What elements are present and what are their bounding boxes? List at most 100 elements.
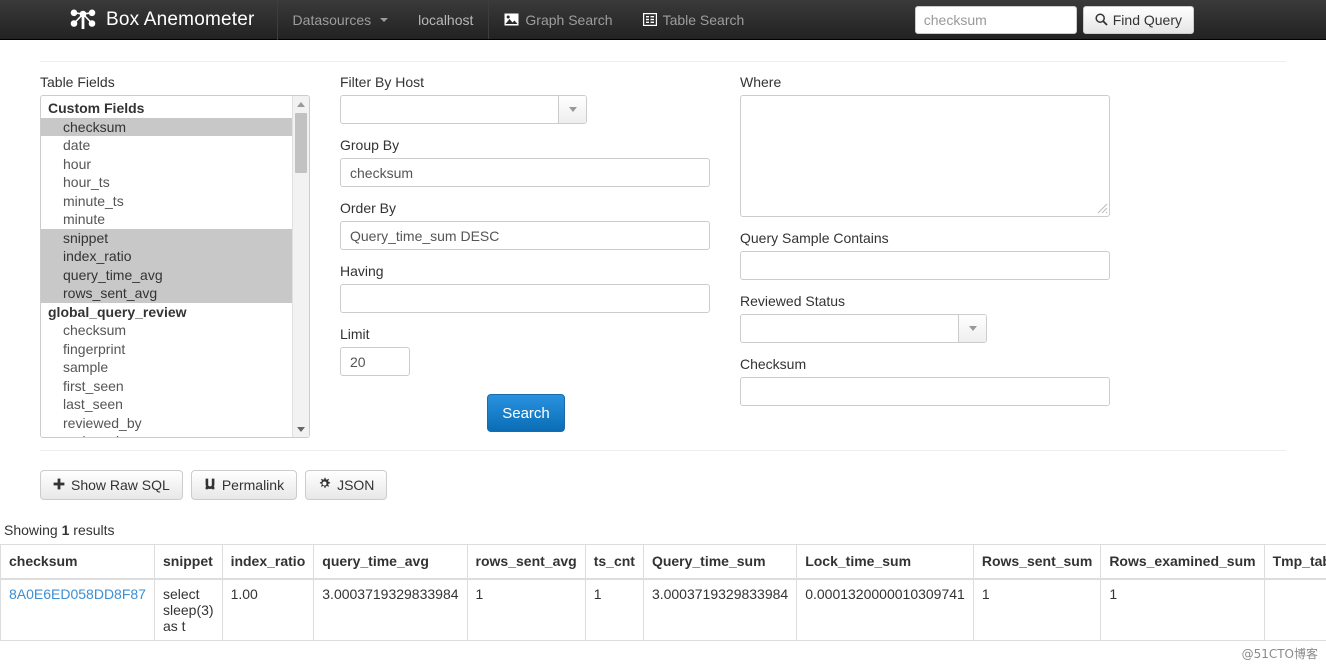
scroll-down-icon[interactable] (293, 421, 309, 437)
search-button-wrap: Search (340, 389, 740, 432)
where-textarea[interactable] (740, 95, 1110, 217)
nav-item-datasources-label: Datasources (292, 11, 372, 28)
scroll-up-icon[interactable] (293, 96, 309, 112)
search-button[interactable]: Search (487, 394, 565, 432)
having-input[interactable] (340, 284, 710, 313)
middle-column: Filter By Host Group By Order By Having … (340, 74, 740, 438)
field-option-gqr-checksum[interactable]: checksum (41, 321, 292, 340)
query-sample-contains-label: Query Sample Contains (740, 230, 889, 246)
nav-link-graph-search[interactable]: Graph Search (489, 0, 627, 39)
nav-item-datasources[interactable]: Datasources (278, 0, 404, 39)
col-header-rows-sent-sum[interactable]: Rows_sent_sum (973, 544, 1102, 580)
top-navbar: Box Anemometer Datasources localhost Gra… (0, 0, 1326, 40)
col-header-snippet[interactable]: snippet (154, 544, 223, 580)
field-group-label: Custom Fields (48, 100, 145, 116)
caret-down-icon (380, 17, 389, 22)
sitemap-icon (70, 9, 96, 31)
field-option-checksum[interactable]: checksum (41, 117, 292, 136)
results-table: checksum snippet index_ratio query_time_… (0, 544, 1326, 641)
col-header-ts-cnt[interactable]: ts_cnt (585, 544, 644, 580)
field-option-index-ratio[interactable]: index_ratio (41, 247, 292, 266)
nav-item-localhost[interactable]: localhost (403, 0, 488, 39)
table-fields-label: Table Fields (40, 74, 115, 90)
field-option-sample[interactable]: sample (41, 358, 292, 377)
field-option-reviewed-by[interactable]: reviewed_by (41, 414, 292, 433)
field-option-query-time-avg[interactable]: query_time_avg (41, 265, 292, 284)
action-buttons: Show Raw SQL Permalink JSON (40, 451, 1286, 500)
field-option-hour-ts[interactable]: hour_ts (41, 173, 292, 192)
cell-index-ratio: 1.00 (222, 578, 315, 641)
results-table-head: checksum snippet index_ratio query_time_… (0, 544, 1326, 580)
results-prefix: Showing (4, 522, 62, 538)
permalink-label: Permalink (221, 477, 285, 493)
field-option-first-seen[interactable]: first_seen (41, 377, 292, 396)
json-label: JSON (337, 477, 375, 493)
checksum-link[interactable]: 8A0E6ED058DD8F87 (9, 586, 146, 602)
checksum-input[interactable] (740, 377, 1110, 406)
search-icon (1095, 13, 1108, 26)
nav-link-table-search[interactable]: Table Search (628, 0, 760, 39)
cell-lock-time-sum: 0.0001320000010309741 (796, 578, 974, 641)
field-option-date[interactable]: date (41, 136, 292, 155)
col-header-index-ratio[interactable]: index_ratio (222, 544, 315, 580)
right-column: Where Query Sample Contains Reviewed Sta… (740, 74, 1140, 438)
field-option-minute-ts[interactable]: minute_ts (41, 192, 292, 211)
table-header-row: checksum snippet index_ratio query_time_… (0, 544, 1326, 580)
field-option-reviewed-on[interactable]: reviewed_on (41, 432, 292, 437)
field-option-last-seen[interactable]: last_seen (41, 395, 292, 414)
limit-group: Limit (340, 326, 740, 376)
reviewed-status-select[interactable] (740, 314, 987, 343)
filter-by-host-group: Filter By Host (340, 74, 740, 124)
table-fields-listbox[interactable]: Custom Fields checksum date hour hour_ts… (40, 95, 310, 438)
col-header-query-time-sum[interactable]: Query_time_sum (643, 544, 798, 580)
nav-link-table-search-label: Table Search (662, 11, 745, 28)
cell-snippet: select sleep(3) as t (154, 578, 223, 641)
table-fields-scrollbar[interactable] (292, 96, 309, 437)
filter-by-host-select[interactable] (340, 95, 587, 124)
having-group: Having (340, 263, 740, 313)
order-by-input[interactable] (340, 221, 710, 250)
json-button[interactable]: JSON (305, 470, 388, 500)
col-header-rows-sent-avg[interactable]: rows_sent_avg (467, 544, 586, 580)
results-table-body: 8A0E6ED058DD8F87 select sleep(3) as t 1.… (0, 578, 1326, 641)
reviewed-status-group: Reviewed Status (740, 293, 1140, 343)
image-icon (504, 13, 519, 26)
brand-link[interactable]: Box Anemometer (0, 0, 278, 40)
cell-rows-examined-sum: 1 (1100, 578, 1265, 641)
permalink-button[interactable]: Permalink (190, 470, 298, 500)
show-raw-sql-button[interactable]: Show Raw SQL (40, 470, 183, 500)
find-query-button-label: Find Query (1112, 11, 1182, 28)
group-by-group: Group By (340, 137, 740, 187)
group-by-input[interactable] (340, 158, 710, 187)
field-option-hour[interactable]: hour (41, 155, 292, 174)
field-option-snippet[interactable]: snippet (41, 228, 292, 247)
cell-query-time-sum: 3.0003719329833984 (643, 578, 798, 641)
col-header-checksum[interactable]: checksum (0, 544, 155, 580)
table-icon (642, 13, 657, 26)
checksum-label: Checksum (740, 356, 807, 372)
field-option-rows-sent-avg[interactable]: rows_sent_avg (41, 284, 292, 303)
brand-title: Box Anemometer (106, 9, 255, 30)
find-query-button[interactable]: Find Query (1082, 5, 1194, 34)
field-option-fingerprint[interactable]: fingerprint (41, 340, 292, 359)
limit-input[interactable] (340, 347, 410, 376)
query-sample-contains-group: Query Sample Contains (740, 230, 1140, 280)
scrollbar-thumb[interactable] (295, 113, 307, 173)
col-header-rows-examined-sum[interactable]: Rows_examined_sum (1100, 544, 1265, 580)
caret-down-icon[interactable] (958, 315, 986, 342)
cell-ts-cnt: 1 (585, 578, 644, 641)
show-raw-sql-label: Show Raw SQL (71, 477, 170, 493)
find-query-input[interactable] (914, 5, 1077, 34)
col-header-tmp-table-sum[interactable]: Tmp_table_sum (1264, 544, 1326, 580)
field-group-label: global_query_review (48, 303, 187, 320)
field-option-minute[interactable]: minute (41, 210, 292, 229)
caret-down-icon[interactable] (558, 96, 586, 123)
col-header-lock-time-sum[interactable]: Lock_time_sum (796, 544, 974, 580)
filter-by-host-value (341, 96, 558, 123)
plus-icon (53, 477, 65, 493)
query-sample-contains-input[interactable] (740, 251, 1110, 280)
col-header-query-time-avg[interactable]: query_time_avg (313, 544, 468, 580)
cell-rows-sent-avg: 1 (467, 578, 586, 641)
group-by-label: Group By (340, 137, 400, 153)
